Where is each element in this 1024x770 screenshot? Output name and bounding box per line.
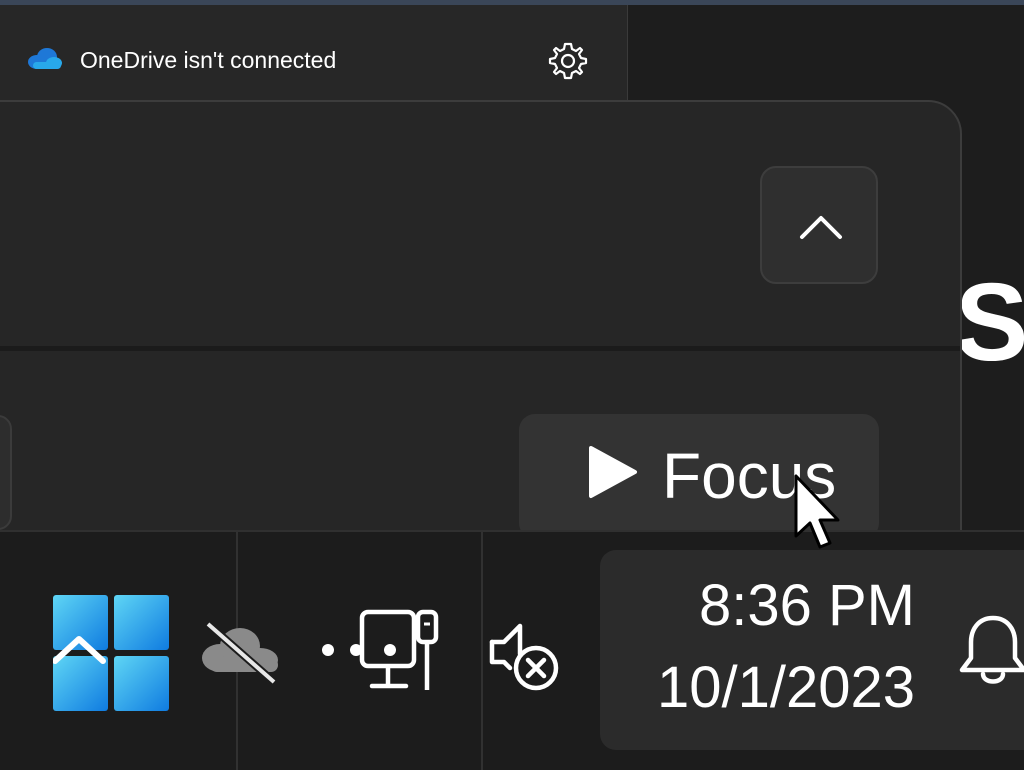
onedrive-status-text: OneDrive isn't connected (80, 47, 337, 73)
focus-duration-control[interactable] (0, 415, 12, 530)
flyout-divider (0, 346, 960, 351)
taskbar-separator (481, 532, 483, 770)
background-partial-text: S (955, 261, 1024, 384)
bell-icon[interactable] (958, 614, 1024, 695)
onedrive-status-bar[interactable]: OneDrive isn't connected (0, 5, 627, 100)
mouse-cursor-icon (793, 473, 843, 560)
taskbar-date: 10/1/2023 (656, 655, 915, 720)
chevron-up-icon (800, 216, 842, 239)
volume-muted-icon[interactable] (488, 620, 564, 697)
ethernet-disconnected-icon[interactable] (318, 608, 448, 699)
play-icon (587, 444, 639, 505)
windows-start-icon[interactable] (52, 595, 169, 711)
taskbar: 8:36 PM 10/1/2023 (0, 530, 1024, 770)
onedrive-offline-icon[interactable] (198, 620, 282, 689)
taskbar-time: 8:36 PM (699, 573, 915, 638)
gear-icon[interactable] (548, 41, 588, 81)
taskbar-clock-button[interactable]: 8:36 PM 10/1/2023 (600, 550, 1024, 750)
panel-edge-line (627, 5, 628, 100)
onedrive-cloud-icon (27, 47, 63, 76)
collapse-calendar-button[interactable] (760, 166, 878, 284)
